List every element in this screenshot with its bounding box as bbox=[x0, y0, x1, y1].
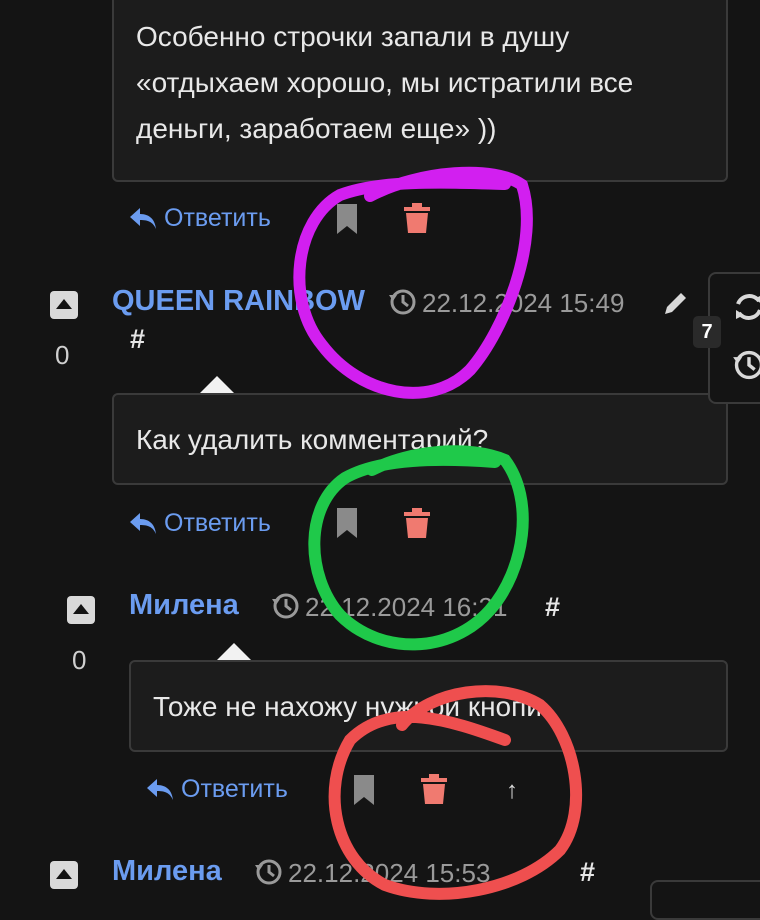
comment-text-line: «отдыхаем хорошо, мы истратили все bbox=[136, 67, 634, 98]
history-icon bbox=[272, 593, 299, 619]
bookmark-icon[interactable] bbox=[335, 508, 359, 538]
vote-score: 0 bbox=[72, 645, 87, 675]
comment-permalink[interactable]: # bbox=[130, 324, 145, 355]
reply-label: Ответить bbox=[164, 204, 271, 232]
bookmark-icon[interactable] bbox=[352, 775, 376, 805]
floating-button[interactable] bbox=[650, 880, 760, 920]
go-to-parent-arrow[interactable]: ↑ bbox=[506, 777, 518, 805]
comment-time: 22.12.2024 15:53 bbox=[288, 858, 491, 888]
vote-up-button[interactable] bbox=[50, 291, 78, 319]
comment-text-line: деньги, заработаем еще» )) bbox=[136, 113, 497, 144]
edit-icon[interactable] bbox=[661, 288, 691, 318]
vote-up-button[interactable] bbox=[67, 596, 95, 624]
comment-author[interactable]: Милена bbox=[129, 589, 239, 622]
new-comments-badge: 7 bbox=[693, 316, 721, 348]
reply-icon bbox=[130, 208, 156, 229]
comment-time: 22.12.2024 16:21 bbox=[305, 592, 508, 622]
reply-label: Ответить bbox=[164, 509, 271, 537]
bookmark-icon[interactable] bbox=[335, 204, 359, 234]
trash-icon[interactable] bbox=[403, 203, 431, 233]
history-icon[interactable] bbox=[732, 348, 760, 382]
comment-text-line: Особенно строчки запали в душу bbox=[136, 21, 570, 52]
history-icon bbox=[255, 859, 282, 885]
comment-author[interactable]: QUEEN RAINBOW bbox=[112, 285, 365, 318]
reply-icon bbox=[130, 513, 156, 534]
trash-icon[interactable] bbox=[420, 774, 448, 804]
comment-body: Как удалить комментарий? bbox=[112, 393, 728, 485]
vote-score: 0 bbox=[55, 340, 70, 370]
refresh-icon[interactable] bbox=[732, 290, 760, 324]
reply-label: Ответить bbox=[181, 775, 288, 803]
comment-body: Тоже не нахожу нужной кнопи. bbox=[129, 660, 728, 752]
history-icon bbox=[389, 289, 416, 315]
comment-text: Как удалить комментарий? bbox=[136, 424, 489, 455]
comment-time: 22.12.2024 15:49 bbox=[422, 288, 625, 318]
comment-permalink[interactable]: # bbox=[545, 592, 560, 623]
reply-icon bbox=[147, 779, 173, 800]
trash-icon[interactable] bbox=[403, 508, 431, 538]
vote-up-button[interactable] bbox=[50, 861, 78, 889]
comment-text: Тоже не нахожу нужной кнопи. bbox=[153, 691, 550, 722]
comment-permalink[interactable]: # bbox=[580, 857, 595, 888]
comment-author[interactable]: Милена bbox=[112, 855, 222, 888]
comment-body: Особенно строчки запали в душу «отдыхаем… bbox=[112, 0, 728, 182]
